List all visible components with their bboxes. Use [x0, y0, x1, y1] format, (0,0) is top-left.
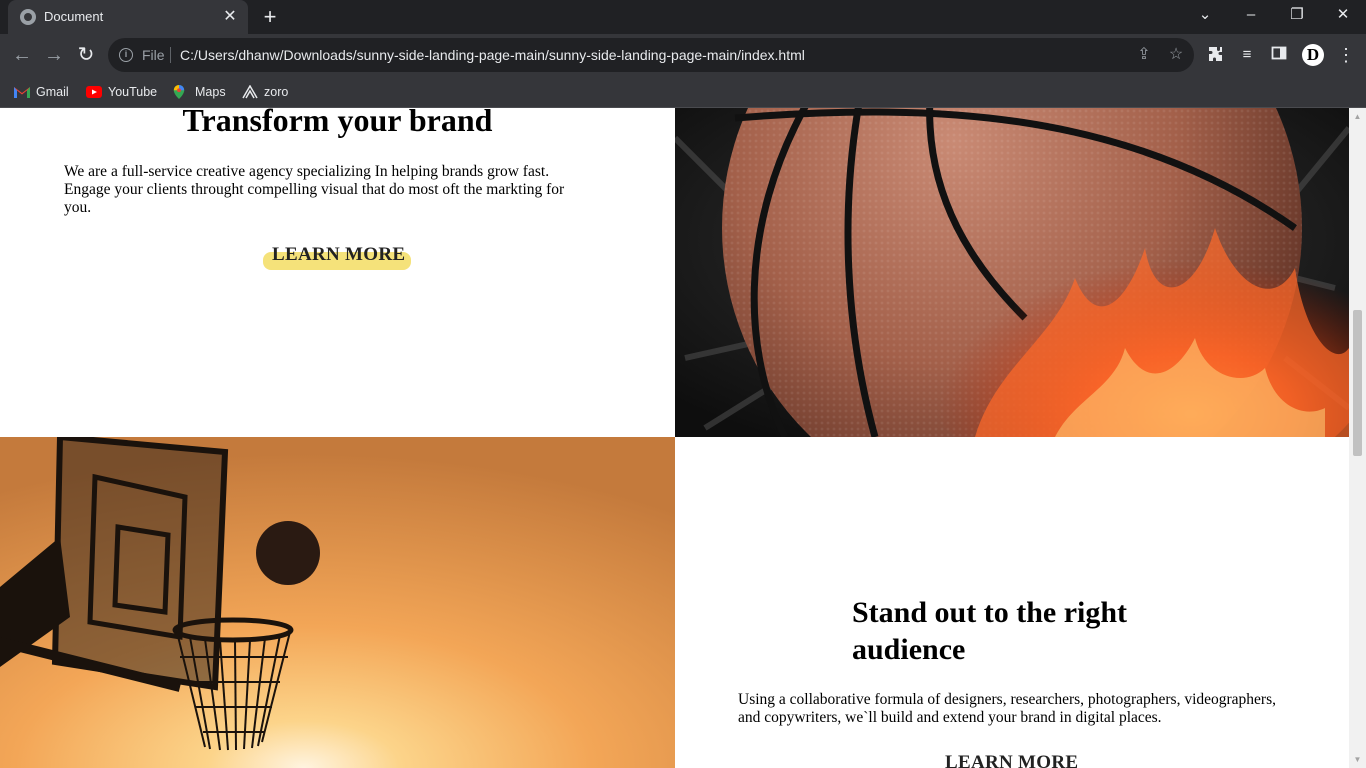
bookmark-gmail[interactable]: Gmail — [14, 82, 74, 102]
menu-dots-icon[interactable]: ⋮ — [1336, 43, 1356, 67]
basketball-fire-image — [675, 108, 1349, 437]
basketball-fire-photo — [675, 108, 1349, 437]
transform-section: Transform your brand We are a full-servi… — [0, 108, 675, 437]
transform-learn-more-link[interactable]: LEARN MORE — [272, 244, 405, 266]
gmail-icon — [14, 87, 30, 98]
side-panel-icon[interactable] — [1269, 45, 1289, 65]
globe-icon — [20, 9, 36, 25]
media-queue-icon[interactable]: ≡ — [1237, 45, 1257, 65]
close-tab-icon[interactable]: ✕ — [220, 7, 240, 27]
restore-button[interactable]: ❐ — [1274, 0, 1320, 34]
standout-text: Using a collaborative formula of designe… — [738, 691, 1277, 726]
bookmark-label: Maps — [195, 85, 226, 99]
browser-tab[interactable]: Document ✕ — [8, 0, 248, 34]
scroll-up-arrow-icon[interactable]: ▲ — [1349, 108, 1366, 125]
bookmarks-bar: Gmail YouTube Maps zoro — [0, 76, 1366, 108]
zoro-icon — [242, 85, 258, 99]
browser-titlebar: Document ✕ + ⌄ – ❐ ✕ — [0, 0, 1366, 34]
scroll-down-arrow-icon[interactable]: ▼ — [1349, 751, 1366, 768]
reload-icon[interactable]: ↻ — [74, 43, 98, 67]
new-tab-button[interactable]: + — [258, 5, 282, 29]
forward-arrow-icon[interactable]: → — [42, 43, 66, 67]
standout-section: Stand out to the right audience Using a … — [675, 437, 1349, 768]
maps-icon — [173, 85, 185, 99]
bookmark-maps[interactable]: Maps — [173, 82, 229, 102]
address-bar[interactable]: i File C:/Users/dhanw/Downloads/sunny-si… — [108, 38, 1194, 72]
page-scrollbar[interactable]: ▲ ▼ — [1349, 108, 1366, 768]
scroll-thumb[interactable] — [1353, 310, 1362, 456]
tab-title: Document — [44, 9, 104, 24]
close-window-button[interactable]: ✕ — [1320, 0, 1366, 34]
standout-learn-more-link[interactable]: LEARN MORE — [945, 752, 1078, 768]
share-icon[interactable]: ⇪ — [1134, 45, 1154, 65]
bookmark-zoro[interactable]: zoro — [242, 82, 292, 102]
bookmark-label: YouTube — [108, 85, 158, 99]
standout-heading: Stand out to the right audience — [852, 596, 1128, 666]
bookmark-youtube[interactable]: YouTube — [86, 82, 158, 102]
scheme-label: File — [142, 47, 165, 63]
url-text[interactable]: C:/Users/dhanw/Downloads/sunny-side-land… — [180, 47, 805, 63]
page-viewport: Transform your brand We are a full-servi… — [0, 108, 1349, 768]
info-icon[interactable]: i — [119, 48, 133, 62]
bookmark-label: zoro — [264, 85, 289, 99]
omnibox-divider — [170, 47, 171, 63]
transform-text: We are a full-service creative agency sp… — [64, 163, 565, 216]
basketball-hoop-sunset-photo — [0, 437, 675, 768]
minimize-button[interactable]: – — [1228, 0, 1274, 34]
browser-toolbar: ← → ↻ i File C:/Users/dhanw/Downloads/su… — [0, 34, 1366, 76]
transform-heading: Transform your brand — [182, 108, 493, 138]
bookmark-label: Gmail — [36, 85, 69, 99]
profile-avatar[interactable]: D — [1302, 44, 1324, 66]
hoop-sunset-image — [0, 437, 675, 768]
back-arrow-icon[interactable]: ← — [10, 43, 34, 67]
bookmark-star-icon[interactable]: ☆ — [1166, 45, 1186, 65]
youtube-icon — [86, 86, 102, 98]
extensions-puzzle-icon[interactable] — [1206, 45, 1226, 65]
tab-search-icon[interactable]: ⌄ — [1182, 0, 1228, 34]
